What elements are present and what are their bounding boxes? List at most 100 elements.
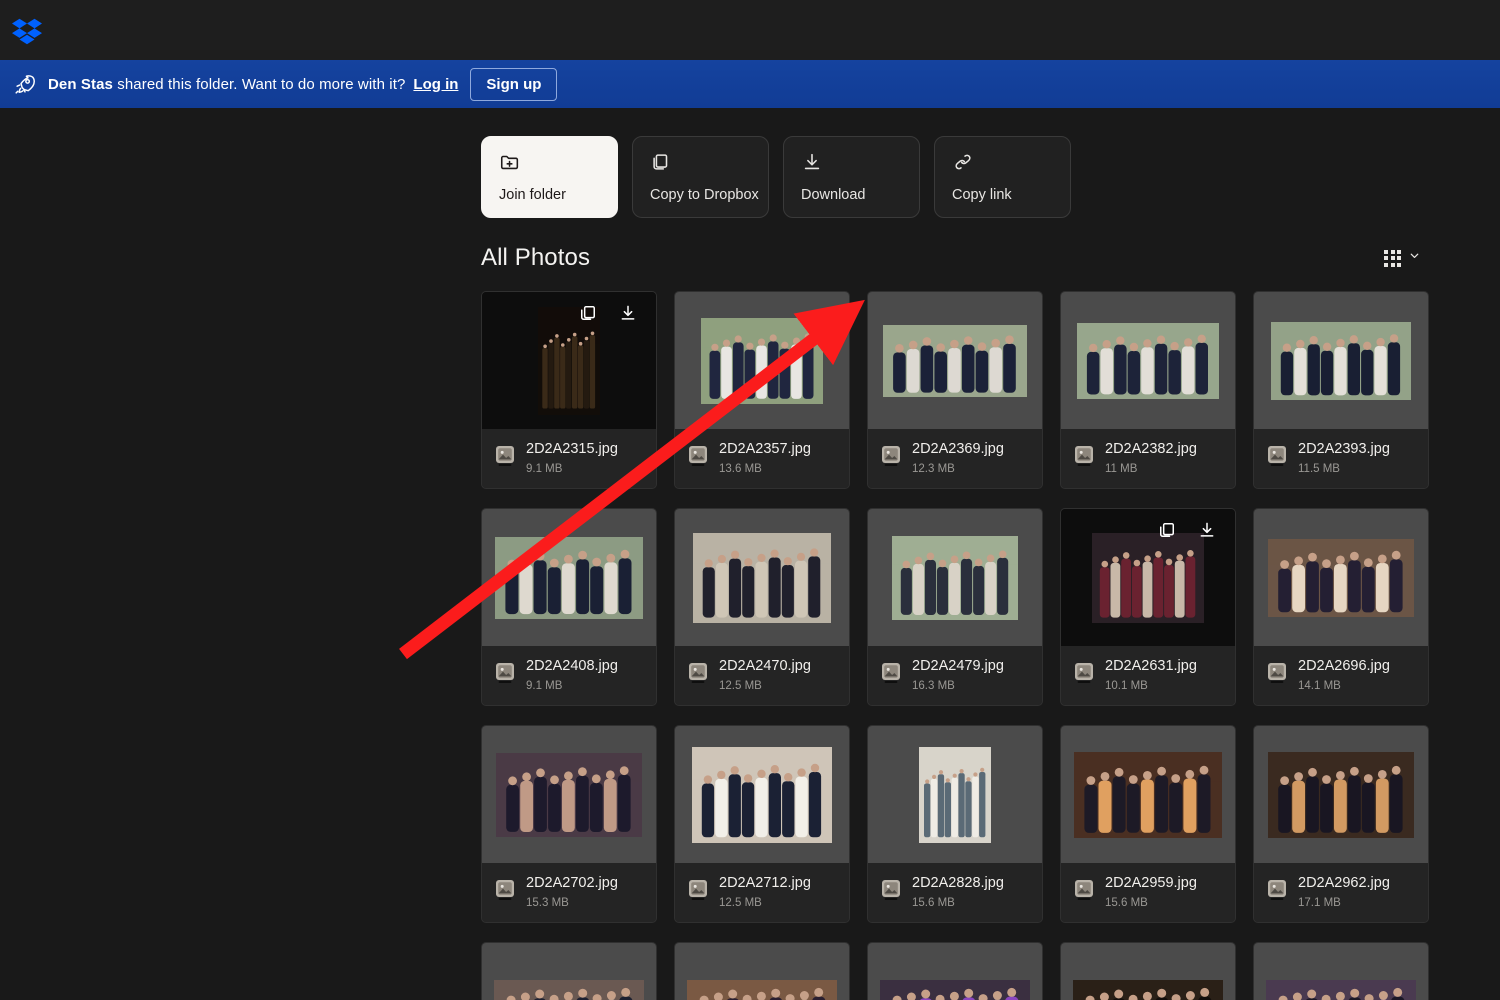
file-thumbnail[interactable] [868, 292, 1042, 429]
file-name: 2D2A2357.jpg [719, 441, 811, 458]
file-meta: 2D2A2382.jpg 11 MB [1061, 429, 1235, 488]
image-file-icon [494, 444, 516, 473]
file-size: 9.1 MB [526, 679, 563, 692]
main-content: Join folder Copy to Dropbox Download Cop… [0, 108, 1500, 1000]
file-name: 2D2A2408.jpg [526, 658, 618, 675]
image-file-icon [494, 661, 516, 690]
file-thumbnail[interactable] [1254, 726, 1428, 863]
file-size: 17.1 MB [1298, 896, 1341, 909]
file-card[interactable] [481, 942, 657, 1000]
share-banner: Den Stas shared this folder. Want to do … [0, 60, 1500, 108]
log-in-link[interactable]: Log in [413, 76, 458, 93]
action-button-row: Join folder Copy to Dropbox Download Cop… [0, 108, 1500, 218]
file-card[interactable]: 2D2A2702.jpg 15.3 MB [481, 725, 657, 923]
image-file-icon [1073, 444, 1095, 473]
file-card[interactable]: 2D2A2962.jpg 17.1 MB [1253, 725, 1429, 923]
file-name: 2D2A2393.jpg [1298, 441, 1390, 458]
file-card[interactable]: 2D2A2382.jpg 11 MB [1060, 291, 1236, 489]
file-thumbnail[interactable] [482, 292, 656, 429]
thumbnail-download-icon[interactable] [618, 303, 638, 323]
file-meta: 2D2A2828.jpg 15.6 MB [868, 863, 1042, 922]
file-card[interactable]: 2D2A2357.jpg 13.6 MB [674, 291, 850, 489]
file-card[interactable] [867, 942, 1043, 1000]
image-file-icon [687, 878, 709, 907]
file-meta: 2D2A2315.jpg 9.1 MB [482, 429, 656, 488]
file-meta: 2D2A2696.jpg 14.1 MB [1254, 646, 1428, 705]
file-name: 2D2A2696.jpg [1298, 658, 1390, 675]
file-thumbnail[interactable] [868, 726, 1042, 863]
file-card[interactable]: 2D2A2393.jpg 11.5 MB [1253, 291, 1429, 489]
copy-to-dropbox-label: Copy to Dropbox [650, 187, 759, 203]
dropbox-logo[interactable] [12, 15, 42, 45]
folder-add-icon [499, 151, 617, 173]
file-thumbnail[interactable] [868, 943, 1042, 1000]
file-size: 15.6 MB [912, 896, 955, 909]
file-card[interactable]: 2D2A2696.jpg 14.1 MB [1253, 508, 1429, 706]
file-card[interactable]: 2D2A2828.jpg 15.6 MB [867, 725, 1043, 923]
file-card[interactable]: 2D2A2369.jpg 12.3 MB [867, 291, 1043, 489]
file-size: 12.5 MB [719, 896, 762, 909]
file-card[interactable]: 2D2A2479.jpg 16.3 MB [867, 508, 1043, 706]
file-name: 2D2A2382.jpg [1105, 441, 1197, 458]
file-thumbnail[interactable] [675, 509, 849, 646]
view-options-toggle[interactable] [1384, 249, 1421, 267]
file-thumbnail[interactable] [868, 509, 1042, 646]
file-size: 15.6 MB [1105, 896, 1148, 909]
file-meta: 2D2A2369.jpg 12.3 MB [868, 429, 1042, 488]
file-size: 9.1 MB [526, 462, 563, 475]
file-name: 2D2A2479.jpg [912, 658, 1004, 675]
file-size: 10.1 MB [1105, 679, 1148, 692]
file-card[interactable] [1060, 942, 1236, 1000]
thumbnail-copy-icon[interactable] [578, 303, 598, 323]
file-thumbnail[interactable] [1061, 509, 1235, 646]
file-size: 15.3 MB [526, 896, 569, 909]
thumbnail-download-icon[interactable] [1197, 520, 1217, 540]
download-icon [801, 151, 919, 173]
file-meta: 2D2A2479.jpg 16.3 MB [868, 646, 1042, 705]
file-thumbnail[interactable] [675, 726, 849, 863]
file-size: 14.1 MB [1298, 679, 1341, 692]
file-card[interactable]: 2D2A2408.jpg 9.1 MB [481, 508, 657, 706]
file-thumbnail[interactable] [1254, 509, 1428, 646]
file-thumbnail[interactable] [482, 943, 656, 1000]
file-thumbnail[interactable] [1254, 292, 1428, 429]
banner-message-text: shared this folder. Want to do more with… [113, 75, 406, 93]
file-size: 11 MB [1105, 462, 1138, 475]
image-file-icon [1073, 878, 1095, 907]
image-file-icon [880, 444, 902, 473]
grid-view-icon [1384, 249, 1401, 267]
image-file-icon [1266, 878, 1288, 907]
file-card[interactable]: 2D2A2631.jpg 10.1 MB [1060, 508, 1236, 706]
copy-link-button[interactable]: Copy link [934, 136, 1071, 218]
file-card[interactable] [1253, 942, 1429, 1000]
file-card[interactable]: 2D2A2712.jpg 12.5 MB [674, 725, 850, 923]
image-file-icon [880, 878, 902, 907]
rocket-icon [14, 73, 36, 95]
copy-to-dropbox-button[interactable]: Copy to Dropbox [632, 136, 769, 218]
file-card[interactable]: 2D2A2315.jpg 9.1 MB [481, 291, 657, 489]
file-card[interactable]: 2D2A2959.jpg 15.6 MB [1060, 725, 1236, 923]
file-thumbnail[interactable] [1061, 292, 1235, 429]
file-thumbnail[interactable] [675, 292, 849, 429]
download-button[interactable]: Download [783, 136, 920, 218]
app-header [0, 0, 1500, 60]
page-title: All Photos [481, 244, 591, 271]
file-size: 12.3 MB [912, 462, 955, 475]
join-folder-button[interactable]: Join folder [481, 136, 618, 218]
banner-owner-name: Den Stas [48, 75, 113, 93]
file-name: 2D2A2712.jpg [719, 875, 811, 892]
file-meta: 2D2A2962.jpg 17.1 MB [1254, 863, 1428, 922]
image-file-icon [494, 878, 516, 907]
file-thumbnail[interactable] [1254, 943, 1428, 1000]
file-thumbnail[interactable] [482, 726, 656, 863]
sign-up-button[interactable]: Sign up [470, 67, 558, 101]
file-thumbnail[interactable] [1061, 943, 1235, 1000]
file-thumbnail[interactable] [482, 509, 656, 646]
file-thumbnail[interactable] [1061, 726, 1235, 863]
file-meta: 2D2A2959.jpg 15.6 MB [1061, 863, 1235, 922]
file-thumbnail[interactable] [675, 943, 849, 1000]
file-card[interactable] [674, 942, 850, 1000]
file-card[interactable]: 2D2A2470.jpg 12.5 MB [674, 508, 850, 706]
image-file-icon [880, 661, 902, 690]
thumbnail-copy-icon[interactable] [1157, 520, 1177, 540]
